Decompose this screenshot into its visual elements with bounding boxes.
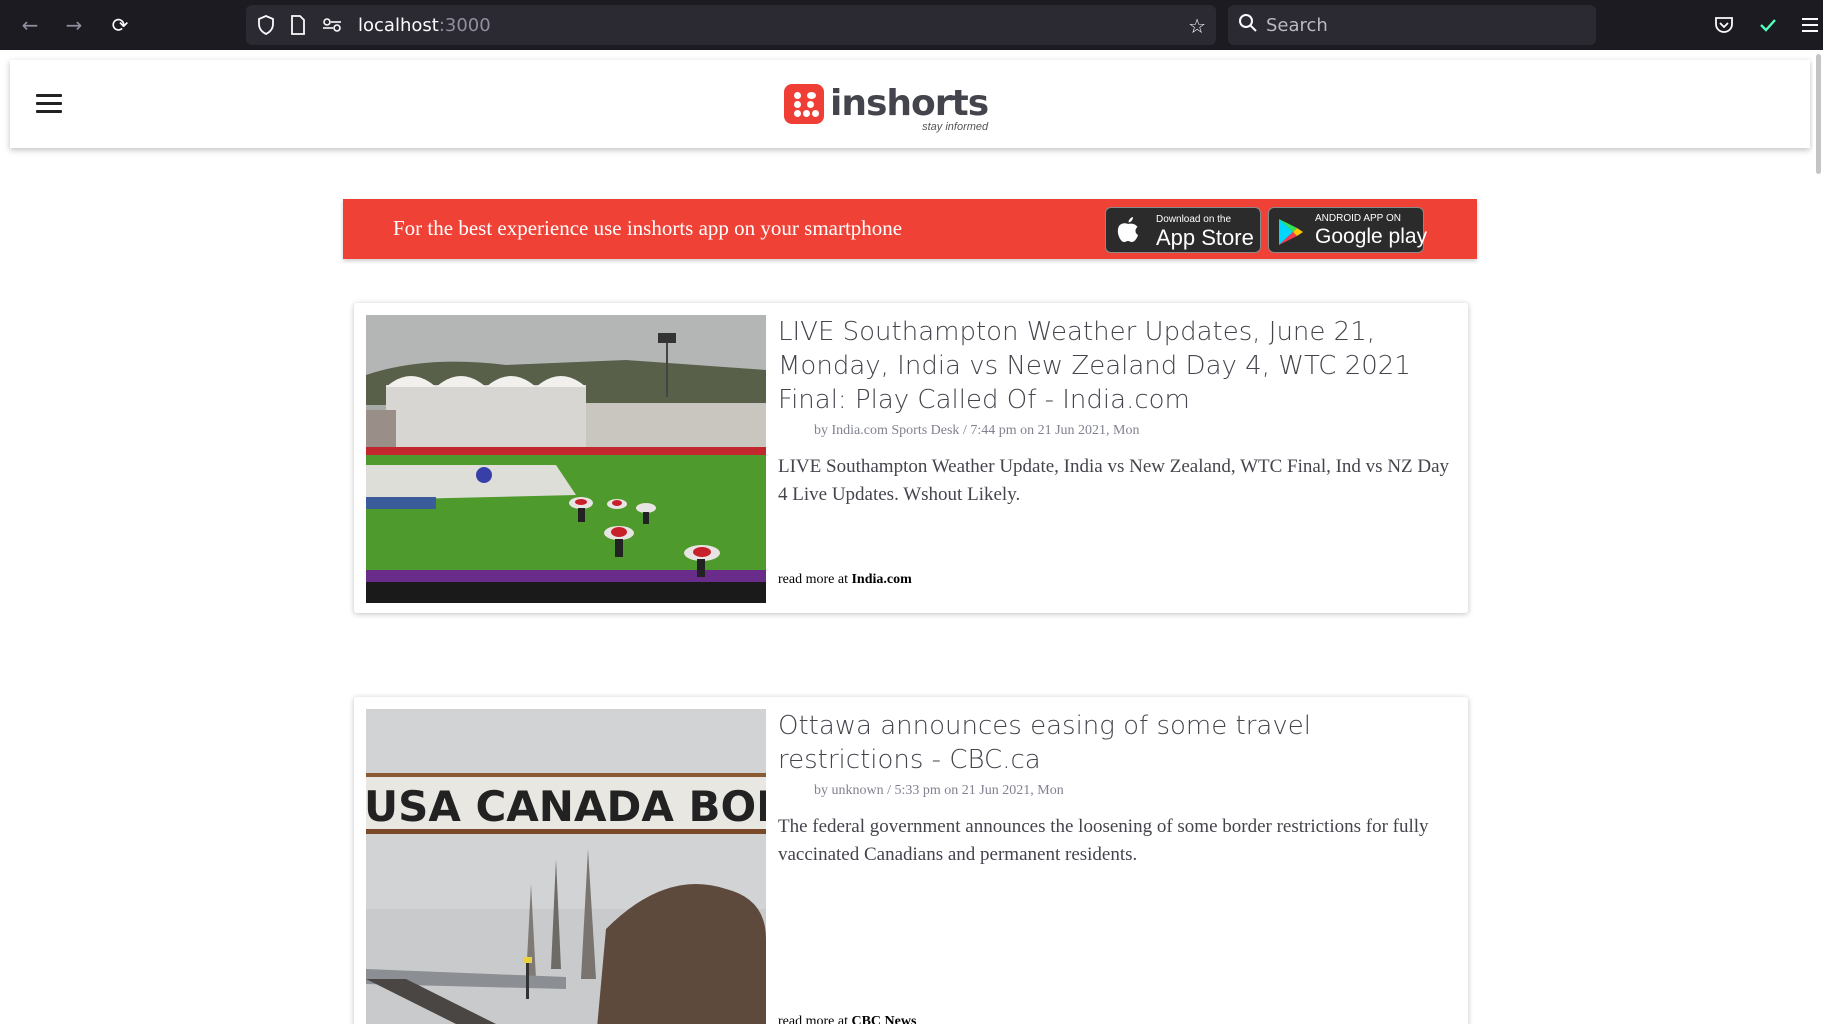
scrollbar[interactable] [1813, 50, 1823, 1024]
pocket-icon[interactable] [1710, 11, 1738, 39]
search-icon [1238, 13, 1258, 38]
read-more: read more at CBC News [778, 1014, 916, 1024]
apple-icon [1116, 216, 1140, 251]
article-image[interactable]: USA CANADA BORDER [366, 709, 766, 1024]
article-title[interactable]: Ottawa announces easing of some travel r… [778, 709, 1458, 777]
url-text[interactable]: localhost:3000 [358, 15, 491, 36]
google-play-icon [1277, 217, 1305, 254]
forward-arrow-icon[interactable]: → [58, 9, 90, 41]
logo-mark-icon [784, 84, 824, 124]
news-card: LIVE Southampton Weather Updates, June 2… [354, 303, 1468, 613]
banner-text: For the best experience use inshorts app… [393, 216, 903, 240]
article-summary: The federal government announces the loo… [778, 816, 1429, 865]
article-time: / 5:33 pm on 21 Jun 2021, Mon [883, 783, 1064, 798]
read-more-source-link[interactable]: CBC News [851, 1014, 916, 1024]
page-icon[interactable] [288, 15, 308, 35]
app-download-banner: For the best experience use inshorts app… [343, 199, 1477, 259]
read-more: read more at India.com [778, 572, 912, 588]
logo-tagline: stay informed [922, 121, 989, 133]
reload-icon[interactable]: ⟳ [104, 9, 136, 41]
bookmark-star-icon[interactable]: ☆ [1188, 14, 1206, 38]
article-image[interactable] [366, 315, 766, 603]
article-title[interactable]: LIVE Southampton Weather Updates, June 2… [778, 315, 1458, 417]
read-more-source-link[interactable]: India.com [851, 572, 911, 587]
read-more-prefix: read more at [778, 1014, 852, 1024]
search-placeholder: Search [1266, 15, 1328, 36]
article-time: / 7:44 pm on 21 Jun 2021, Mon [959, 423, 1140, 438]
url-bar[interactable]: localhost:3000 ☆ [246, 5, 1216, 45]
app-store-button[interactable]: Download on the App Store [1105, 207, 1261, 253]
google-play-big-text: Google play [1315, 225, 1428, 248]
byline-prefix: by [814, 423, 832, 438]
article-author: India.com Sports Desk [831, 423, 960, 438]
permissions-icon[interactable] [322, 15, 342, 35]
app-store-small-text: Download on the [1156, 214, 1232, 225]
google-play-button[interactable]: ANDROID APP ON Google play [1268, 207, 1428, 254]
article-author: unknown [831, 783, 884, 798]
menu-icon[interactable] [36, 94, 62, 114]
inshorts-logo[interactable]: inshorts stay informed [784, 78, 989, 133]
sign-text: USA CANADA BORDER [366, 782, 766, 831]
back-arrow-icon[interactable]: ← [14, 9, 46, 41]
read-more-prefix: read more at [778, 572, 852, 587]
web-page: inshorts stay informed For the best expe… [0, 50, 1823, 1024]
news-card: USA CANADA BORDER Ottawa announces easin… [354, 697, 1468, 1024]
logo-text: inshorts [830, 83, 989, 124]
article-byline: by unknown / 5:33 pm on 21 Jun 2021, Mon [814, 783, 1458, 799]
scrollbar-thumb[interactable] [1816, 54, 1821, 174]
article-byline: by India.com Sports Desk / 7:44 pm on 21… [814, 423, 1458, 439]
byline-prefix: by [814, 783, 832, 798]
url-host: localhost [358, 15, 439, 36]
shield-icon[interactable] [256, 15, 276, 35]
search-bar[interactable]: Search [1228, 5, 1596, 45]
app-menu-icon[interactable] [1796, 11, 1823, 39]
checkmark-icon[interactable] [1754, 11, 1782, 39]
url-port: :3000 [438, 15, 491, 36]
article-summary: LIVE Southampton Weather Update, India v… [778, 456, 1450, 505]
browser-toolbar: ← → ⟳ localhost:3000 ☆ Search [0, 0, 1823, 50]
site-header: inshorts stay informed [10, 60, 1810, 148]
app-store-big-text: App Store [1156, 225, 1254, 250]
google-play-small-text: ANDROID APP ON [1315, 213, 1401, 224]
